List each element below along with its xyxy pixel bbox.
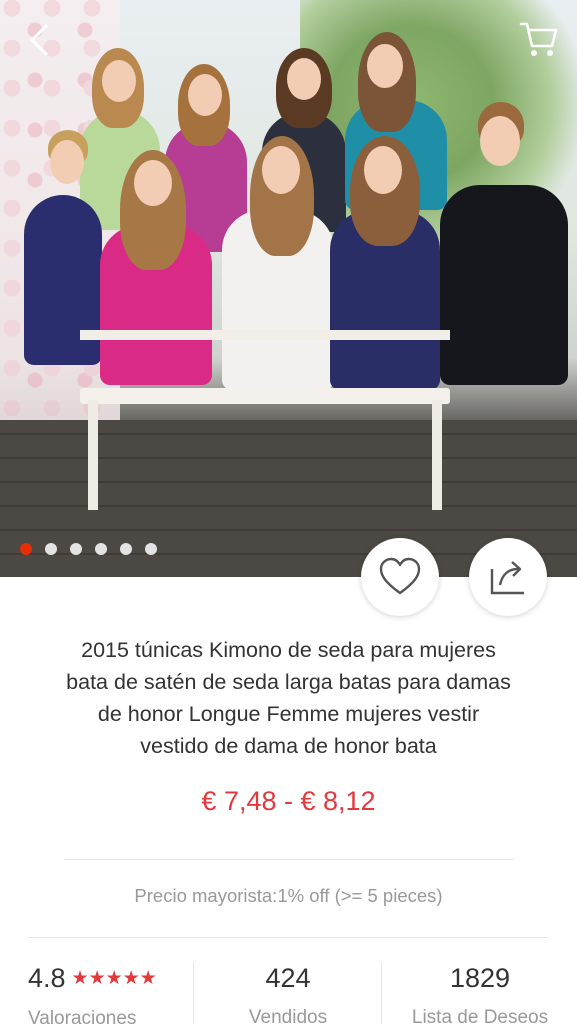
divider: [28, 937, 548, 938]
favorite-button[interactable]: [361, 538, 439, 616]
heart-icon: [379, 557, 421, 595]
sold-label: Vendidos: [248, 1007, 328, 1024]
gallery-dot[interactable]: [70, 543, 82, 555]
sold-stat: 424 Vendidos: [195, 958, 381, 1024]
share-button[interactable]: [469, 538, 547, 616]
stat-separator: [381, 962, 382, 1024]
product-image[interactable]: [0, 0, 577, 577]
wishlist-count: 1829: [449, 963, 511, 993]
wishlist-stat[interactable]: 1829 Lista de Deseos: [383, 958, 577, 1024]
back-button[interactable]: [22, 22, 58, 58]
price-range: € 7,48 - € 8,12: [201, 786, 376, 816]
cart-button[interactable]: [518, 18, 560, 60]
gallery-dot[interactable]: [20, 543, 32, 555]
sold-count: 424: [265, 963, 311, 993]
rating-stars-icon: ★★★★★: [71, 968, 157, 989]
product-title: 2015 túnicas Kimono de seda para mujeres…: [30, 634, 547, 762]
gallery-dot[interactable]: [145, 543, 157, 555]
share-icon: [490, 561, 524, 595]
rating-value: 4.8: [28, 963, 66, 993]
wishlist-label: Lista de Deseos: [411, 1007, 549, 1024]
rating-label: Valoraciones: [28, 1008, 137, 1024]
title-line: 2015 túnicas Kimono de seda para mujeres: [81, 638, 496, 662]
gallery-pagination: [20, 543, 157, 555]
white-bench: [80, 330, 450, 510]
model-child-right: [440, 185, 568, 385]
divider: [64, 859, 514, 860]
product-stats: 4.8 ★★★★★ Valoraciones 424 Vendidos 1829 …: [0, 958, 577, 1024]
gallery-dot[interactable]: [45, 543, 57, 555]
gallery-dot[interactable]: [120, 543, 132, 555]
title-line: bata de satén de seda larga batas para d…: [66, 670, 511, 694]
cart-icon: [519, 22, 558, 56]
title-line: de honor Longue Femme mujeres vestir: [97, 702, 480, 726]
chevron-left-icon: [30, 24, 48, 56]
stat-separator: [193, 962, 194, 1024]
gallery-dot[interactable]: [95, 543, 107, 555]
rating-stat[interactable]: 4.8 ★★★★★ Valoraciones: [28, 958, 188, 1024]
title-line: vestido de dama de honor bata: [140, 734, 437, 758]
wholesale-price-note[interactable]: Precio mayorista:1% off (>= 5 pieces): [0, 885, 577, 907]
